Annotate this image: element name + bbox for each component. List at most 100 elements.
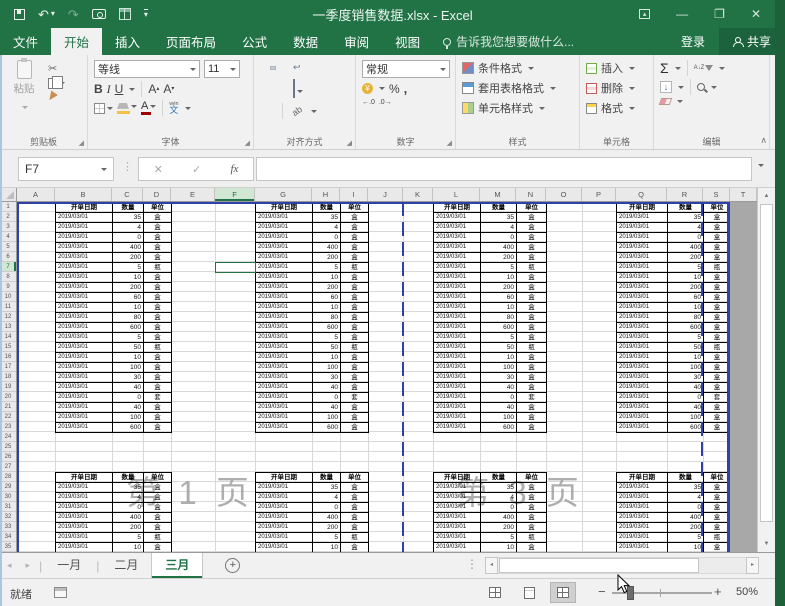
quantity-cell[interactable]: 400: [313, 513, 341, 523]
date-cell[interactable]: 2019/03/01: [617, 273, 668, 283]
unit-cell[interactable]: 盒: [341, 243, 369, 253]
date-cell[interactable]: 2019/03/01: [56, 233, 113, 243]
quantity-cell[interactable]: 50: [668, 343, 704, 353]
date-cell[interactable]: 2019/03/01: [56, 383, 113, 393]
row-header-26[interactable]: 26: [0, 452, 16, 462]
sheet-tab-march[interactable]: 三月: [151, 553, 203, 578]
align-left-icon[interactable]: [260, 87, 266, 91]
row-header-19[interactable]: 19: [0, 382, 16, 392]
date-cell[interactable]: 2019/03/01: [434, 283, 481, 293]
horizontal-scrollbar[interactable]: ◂ ▸: [485, 557, 759, 574]
table-tool-icon[interactable]: [119, 8, 131, 20]
row-header-16[interactable]: 16: [0, 352, 16, 362]
column-header-K[interactable]: K: [403, 188, 433, 201]
column-header-F[interactable]: F: [215, 188, 255, 201]
page-layout-view-button[interactable]: [516, 582, 542, 603]
date-cell[interactable]: 2019/03/01: [56, 213, 113, 223]
quantity-cell[interactable]: 40: [113, 403, 144, 413]
cancel-icon[interactable]: ✕: [154, 163, 163, 176]
date-cell[interactable]: 2019/03/01: [256, 543, 313, 552]
date-cell[interactable]: 2019/03/01: [617, 253, 668, 263]
quantity-cell[interactable]: 0: [481, 393, 517, 403]
date-cell[interactable]: 2019/03/01: [56, 353, 113, 363]
phonetic-dropdown-icon[interactable]: [185, 107, 191, 110]
unit-cell[interactable]: 盒: [517, 283, 547, 293]
table-header-cell[interactable]: 数量: [668, 473, 704, 483]
scroll-down-icon[interactable]: ▼: [760, 538, 773, 550]
date-cell[interactable]: 2019/03/01: [256, 423, 313, 433]
column-header-R[interactable]: R: [667, 188, 703, 201]
quantity-cell[interactable]: 35: [313, 213, 341, 223]
date-cell[interactable]: 2019/03/01: [617, 373, 668, 383]
page-break-preview-button[interactable]: [550, 582, 576, 603]
tab-insert[interactable]: 插入: [102, 28, 153, 55]
borders-icon[interactable]: [94, 103, 113, 114]
table-header-cell[interactable]: 开单日期: [434, 203, 481, 213]
quantity-cell[interactable]: 600: [481, 423, 517, 433]
unit-cell[interactable]: 盒: [517, 253, 547, 263]
column-header-E[interactable]: E: [171, 188, 215, 201]
unit-cell[interactable]: 盒: [144, 323, 172, 333]
quantity-cell[interactable]: 4: [668, 223, 704, 233]
quantity-cell[interactable]: 5: [668, 533, 704, 543]
accounting-dropdown-icon[interactable]: [379, 87, 385, 90]
row-header-22[interactable]: 22: [0, 412, 16, 422]
cell-styles-button[interactable]: 单元格样式: [462, 100, 575, 116]
date-cell[interactable]: 2019/03/01: [617, 503, 668, 513]
unit-cell[interactable]: 盒: [144, 233, 172, 243]
table-header-cell[interactable]: 开单日期: [434, 473, 481, 483]
find-dropdown-icon[interactable]: [711, 86, 717, 89]
formula-input[interactable]: [256, 157, 752, 181]
quantity-cell[interactable]: 100: [481, 413, 517, 423]
quantity-cell[interactable]: 10: [113, 273, 144, 283]
date-cell[interactable]: 2019/03/01: [434, 503, 481, 513]
row-header-27[interactable]: 27: [0, 462, 16, 472]
date-cell[interactable]: 2019/03/01: [56, 393, 113, 403]
sort-filter-dropdown-icon[interactable]: [719, 67, 725, 70]
unit-cell[interactable]: 盒: [517, 233, 547, 243]
table-header-cell[interactable]: 单位: [341, 473, 369, 483]
date-cell[interactable]: 2019/03/01: [434, 293, 481, 303]
row-header-8[interactable]: 8: [0, 272, 16, 282]
quantity-cell[interactable]: 30: [668, 373, 704, 383]
quantity-cell[interactable]: 100: [481, 363, 517, 373]
date-cell[interactable]: 2019/03/01: [434, 243, 481, 253]
unit-cell[interactable]: 盒: [144, 543, 172, 552]
unit-cell[interactable]: 盒: [517, 213, 547, 223]
tab-view[interactable]: 视图: [382, 28, 433, 55]
unit-cell[interactable]: 盒: [341, 213, 369, 223]
unit-cell[interactable]: 盒: [517, 413, 547, 423]
unit-cell[interactable]: 盒: [517, 523, 547, 533]
customize-qat-icon[interactable]: ▾: [144, 9, 148, 19]
number-format-combo[interactable]: 常规: [362, 60, 450, 78]
unit-cell[interactable]: 盒: [144, 293, 172, 303]
date-cell[interactable]: 2019/03/01: [256, 283, 313, 293]
unit-cell[interactable]: 盒: [341, 413, 369, 423]
date-cell[interactable]: 2019/03/01: [256, 393, 313, 403]
unit-cell[interactable]: 盒: [341, 503, 369, 513]
date-cell[interactable]: 2019/03/01: [617, 483, 668, 493]
unit-cell[interactable]: 盒: [144, 513, 172, 523]
date-cell[interactable]: 2019/03/01: [56, 503, 113, 513]
date-cell[interactable]: 2019/03/01: [617, 363, 668, 373]
date-cell[interactable]: 2019/03/01: [617, 233, 668, 243]
quantity-cell[interactable]: 80: [481, 313, 517, 323]
column-header-H[interactable]: H: [312, 188, 340, 201]
date-cell[interactable]: 2019/03/01: [56, 223, 113, 233]
date-cell[interactable]: 2019/03/01: [56, 483, 113, 493]
unit-cell[interactable]: 盒: [144, 413, 172, 423]
horizontal-scroll-track[interactable]: [498, 557, 746, 574]
quantity-cell[interactable]: 80: [113, 313, 144, 323]
quantity-cell[interactable]: 5: [113, 263, 144, 273]
date-cell[interactable]: 2019/03/01: [434, 513, 481, 523]
table-header-cell[interactable]: 数量: [113, 203, 144, 213]
quantity-cell[interactable]: 10: [313, 543, 341, 552]
quantity-cell[interactable]: 50: [313, 343, 341, 353]
find-select-icon[interactable]: [697, 83, 705, 91]
date-cell[interactable]: 2019/03/01: [617, 293, 668, 303]
align-top-icon[interactable]: [260, 66, 266, 70]
unit-cell[interactable]: 盒: [341, 523, 369, 533]
increase-decimal-icon[interactable]: ←.0: [362, 99, 375, 106]
quantity-cell[interactable]: 0: [313, 233, 341, 243]
date-cell[interactable]: 2019/03/01: [56, 533, 113, 543]
